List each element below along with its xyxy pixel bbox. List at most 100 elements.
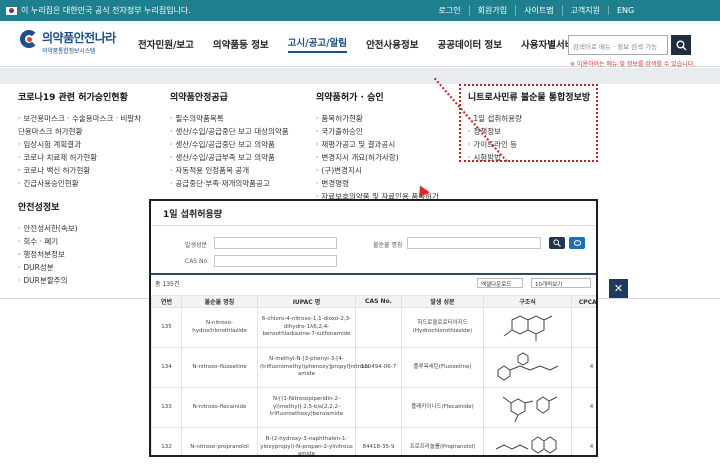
cell-source: 플레카이니드(Flecainide) <box>401 387 484 428</box>
menu-col-title: 의약품안정공급 <box>170 93 228 103</box>
menu-item[interactable]: 행정처분정보 <box>18 248 144 261</box>
close-button[interactable]: ✕ <box>609 279 628 298</box>
refresh-icon <box>573 240 581 246</box>
col-header[interactable]: CPCA 등 <box>571 295 596 308</box>
col-header[interactable]: CAS No. <box>355 295 402 308</box>
menu-item[interactable]: 코로나 치료제 허가현황 <box>18 151 144 164</box>
filter-label: 불순물 명칭 <box>373 242 403 249</box>
menu-item[interactable]: (구)변경지시 <box>316 164 439 177</box>
logo-subtitle: 의약품통합정보시스템 <box>42 48 96 55</box>
menu-col-title: 코로나19 관련 허가승인현황 <box>18 93 128 103</box>
cas-input[interactable] <box>214 255 337 267</box>
table-row[interactable]: 134 N-nitroso-fluoxetine N-methyl-N-[3-p… <box>151 347 596 388</box>
logo-icon <box>20 30 38 54</box>
cell-name: N-nitroso-propranolol <box>181 427 258 455</box>
source-ingredient-input[interactable] <box>214 237 337 249</box>
cell-iupac: 6-chloro-4-nitroso-1,1-dioxo-2,3-dihydro… <box>257 307 356 348</box>
col-header[interactable]: IUPAC 명 <box>257 295 356 308</box>
lang-link[interactable]: ENG <box>608 6 642 15</box>
table-row[interactable]: 133 N-nitroso-flecainide N-[(1-Nitrosopi… <box>151 387 596 428</box>
korea-flag-icon <box>6 6 17 15</box>
divider <box>151 225 596 226</box>
cell-source: 프로프라놀롤(Propranolol) <box>401 427 484 455</box>
nav-drug-info[interactable]: 의약품등 정보 <box>213 37 269 51</box>
cell-source: 플루옥세틴(Fluoxetine) <box>401 347 484 388</box>
cell-no: 135 <box>151 307 182 348</box>
menu-item[interactable]: 긴급사용승인현황 <box>18 177 144 190</box>
impurity-table: 연번 불순물 명칭 IUPAC 명 CAS No. 발생 성분 구조식 CPCA… <box>151 295 596 455</box>
menu-item[interactable]: DUR분할주의 <box>18 274 144 287</box>
menu-item[interactable]: 생산/수입/공급중단 보고 대상의약품 <box>170 125 288 138</box>
menu-col-covid: 코로나19 관련 허가승인현황 보건용마스크 · 수술용마스크 · 비말차단용마… <box>18 90 144 287</box>
cell-no: 133 <box>151 387 182 428</box>
nav-e-petition[interactable]: 전자민원/보고 <box>138 37 194 51</box>
menu-item[interactable]: 생산/수입/공급중단 보고 의약품 <box>170 138 289 151</box>
gov-notice-bar: 이 누리집은 대한민국 공식 전자정부 누리집입니다. 로그인 회원가입 사이트… <box>0 0 720 21</box>
menu-item[interactable]: 회수 · 폐기 <box>18 235 144 248</box>
cell-name: N-nitroso-hydrochlorothiazide <box>181 307 258 348</box>
menu-item[interactable]: 생산/수입/공급부족 보고 의약품 <box>170 151 289 164</box>
search-button[interactable] <box>671 35 691 55</box>
highlight-box <box>459 84 598 162</box>
filter-search-button[interactable] <box>549 237 565 249</box>
menu-col-title: 안전성정보 <box>18 203 60 213</box>
menu-col-title: 의약품허가 · 승인 <box>316 93 384 103</box>
menu-item[interactable]: 보건용마스크 · 수술용마스크 · 비말차단용마스크 허가현황 <box>18 112 144 138</box>
table-row[interactable]: 132 N-nitroso-propranolol N-(2-hydroxy-3… <box>151 427 596 455</box>
menu-item[interactable]: 국가출하승인 <box>316 125 439 138</box>
cell-iupac: N-(2-hydroxy-3-naphthalen-1-yloxypropyl)… <box>257 427 356 455</box>
close-icon: ✕ <box>613 282 624 295</box>
menu-item[interactable]: 재평가공고 및 결과공시 <box>316 138 439 151</box>
menu-item[interactable]: 공급중단·부족·재개의약품공고 <box>170 177 289 190</box>
nav-safety-info[interactable]: 안전사용정보 <box>366 37 418 51</box>
signup-link[interactable]: 회원가입 <box>470 5 517 16</box>
col-header[interactable]: 불순물 명칭 <box>181 295 258 308</box>
menu-item[interactable]: 필수의약품목록 <box>170 112 289 125</box>
cell-no: 134 <box>151 347 182 388</box>
per-page-select[interactable]: 10개씩보기 <box>531 278 591 288</box>
cell-structure <box>483 427 572 455</box>
reset-button[interactable] <box>569 237 585 249</box>
login-link[interactable]: 로그인 <box>431 5 470 16</box>
table-toolbar: 총 135건 엑셀다운로드 10개씩보기 <box>151 273 596 288</box>
search-note: ※ 이용하려는 메뉴 및 정보를 검색할 수 있습니다. <box>570 61 696 68</box>
col-header[interactable]: 구조식 <box>483 295 572 308</box>
main-nav: 전자민원/보고 의약품등 정보 고시/공고/알림 안전사용정보 공공데이터 정보… <box>138 21 601 67</box>
menu-item[interactable]: 임상시험 계획결과 <box>18 138 144 151</box>
cell-iupac: N-methyl-N-[3-phenyl-3-[4-(trifluorometh… <box>257 347 369 388</box>
nav-notices[interactable]: 고시/공고/알림 <box>287 35 348 53</box>
menu-item[interactable]: 변경지시 개요(허가사항) <box>316 151 439 164</box>
menu-item[interactable]: 품목허가현황 <box>316 112 439 125</box>
support-link[interactable]: 고객지원 <box>563 5 608 16</box>
site-header: 의약품안전나라 의약품통합정보시스템 전자민원/보고 의약품등 정보 고시/공고… <box>0 21 720 68</box>
cell-structure <box>483 307 572 348</box>
gov-notice-text: 이 누리집은 대한민국 공식 전자정부 누리집입니다. <box>21 6 191 15</box>
cell-cas: 84418-35-9 <box>355 427 402 455</box>
cell-cpca <box>571 307 596 348</box>
menu-item[interactable]: 안전성서한(속보) <box>18 222 144 235</box>
sitemap-link[interactable]: 사이트맵 <box>516 5 563 16</box>
menu-item[interactable]: DUR성분 <box>18 261 144 274</box>
site-logo[interactable]: 의약품안전나라 의약품통합정보시스템 <box>20 29 116 55</box>
cell-structure <box>483 387 572 428</box>
table-row[interactable]: 135 N-nitroso-hydrochlorothiazide 6-chlo… <box>151 307 596 348</box>
menu-strip <box>0 68 720 84</box>
search-filter: 발생성분 불순물 명칭 CAS No. <box>151 233 596 269</box>
cell-cas <box>355 387 402 428</box>
menu-item[interactable]: 코로나 백신 허가현황 <box>18 164 144 177</box>
menu-item[interactable]: 자동적용 인정품목 공개 <box>170 164 289 177</box>
search-input[interactable]: 검색어로 메뉴 · 정보 검색 가능 <box>568 35 668 55</box>
excel-download-button[interactable]: 엑셀다운로드 <box>477 278 523 288</box>
page: 이 누리집은 대한민국 공식 전자정부 누리집입니다. 로그인 회원가입 사이트… <box>0 0 720 465</box>
impurity-name-input[interactable] <box>407 237 541 249</box>
result-count: 총 135건 <box>155 281 180 288</box>
cell-name: N-nitroso-flecainide <box>181 387 258 428</box>
utility-links: 로그인 회원가입 사이트맵 고객지원 <box>431 0 608 21</box>
search-icon <box>553 239 561 247</box>
col-header[interactable]: 연번 <box>151 295 182 308</box>
logo-title: 의약품안전나라 <box>42 31 116 45</box>
col-header[interactable]: 발생 성분 <box>401 295 484 308</box>
nav-public-data[interactable]: 공공데이터 정보 <box>438 37 503 51</box>
cell-cas: 150494-06-7 <box>355 347 402 388</box>
popup-title: 1일 섭취허용량 <box>163 210 223 220</box>
